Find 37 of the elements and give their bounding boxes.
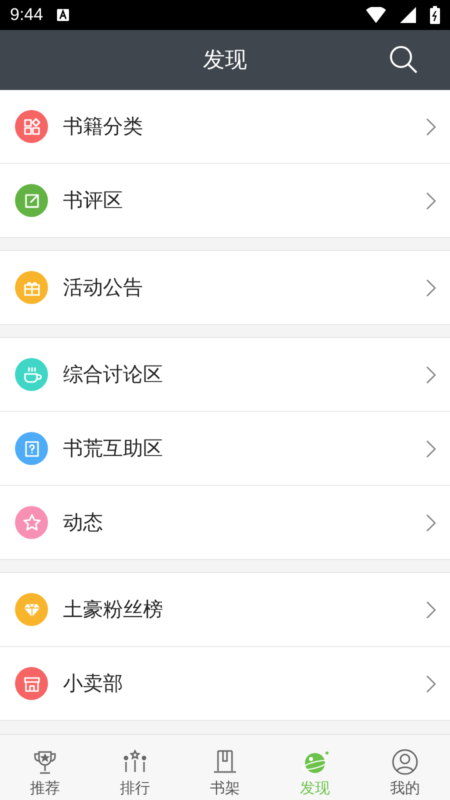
chevron-right-icon xyxy=(426,674,436,692)
tab[interactable]: 排行 xyxy=(90,735,180,800)
wifi-icon xyxy=(366,7,386,23)
menu-label: 综合讨论区 xyxy=(63,361,164,388)
chevron-right-icon xyxy=(426,600,436,618)
page-title: 发现 xyxy=(203,47,247,75)
menu-item[interactable]: 书籍分类 xyxy=(0,90,450,163)
chevron-right-icon xyxy=(426,192,436,210)
star-icon xyxy=(20,512,42,534)
menu-item[interactable]: 活动公告 xyxy=(0,251,450,324)
chevron-right-icon xyxy=(426,440,436,458)
menu-label: 土豪粉丝榜 xyxy=(63,596,164,623)
menu-label: 活动公告 xyxy=(63,274,144,301)
menu-item[interactable]: 小卖部 xyxy=(0,646,450,720)
menu-item[interactable]: 书评区 xyxy=(0,163,450,237)
chevron-right-icon xyxy=(426,278,436,296)
menu-item[interactable]: 书荒互助区 xyxy=(0,411,450,485)
menu-label: 动态 xyxy=(63,509,104,536)
menu-label: 书籍分类 xyxy=(63,113,144,140)
chevron-right-icon xyxy=(426,514,436,532)
status-time: 9:44 xyxy=(10,5,44,25)
notification-icon xyxy=(57,9,70,21)
chevron-right-icon xyxy=(426,366,436,384)
menu-item[interactable]: 综合讨论区 xyxy=(0,338,450,411)
chevron-right-icon xyxy=(426,118,436,136)
battery-icon xyxy=(430,6,440,24)
tab[interactable]: 推荐 xyxy=(0,735,90,800)
tab[interactable]: 我的 xyxy=(360,735,450,800)
menu-label: 小卖部 xyxy=(63,670,124,697)
search-button[interactable] xyxy=(388,44,420,76)
menu-item[interactable]: 动态 xyxy=(0,485,450,559)
menu-label: 书荒互助区 xyxy=(63,435,164,462)
signal-icon xyxy=(400,7,416,23)
menu-item[interactable]: 土豪粉丝榜 xyxy=(0,573,450,646)
user-icon xyxy=(390,748,420,776)
tab[interactable]: 书架 xyxy=(180,735,270,800)
menu-label: 书评区 xyxy=(63,187,124,214)
